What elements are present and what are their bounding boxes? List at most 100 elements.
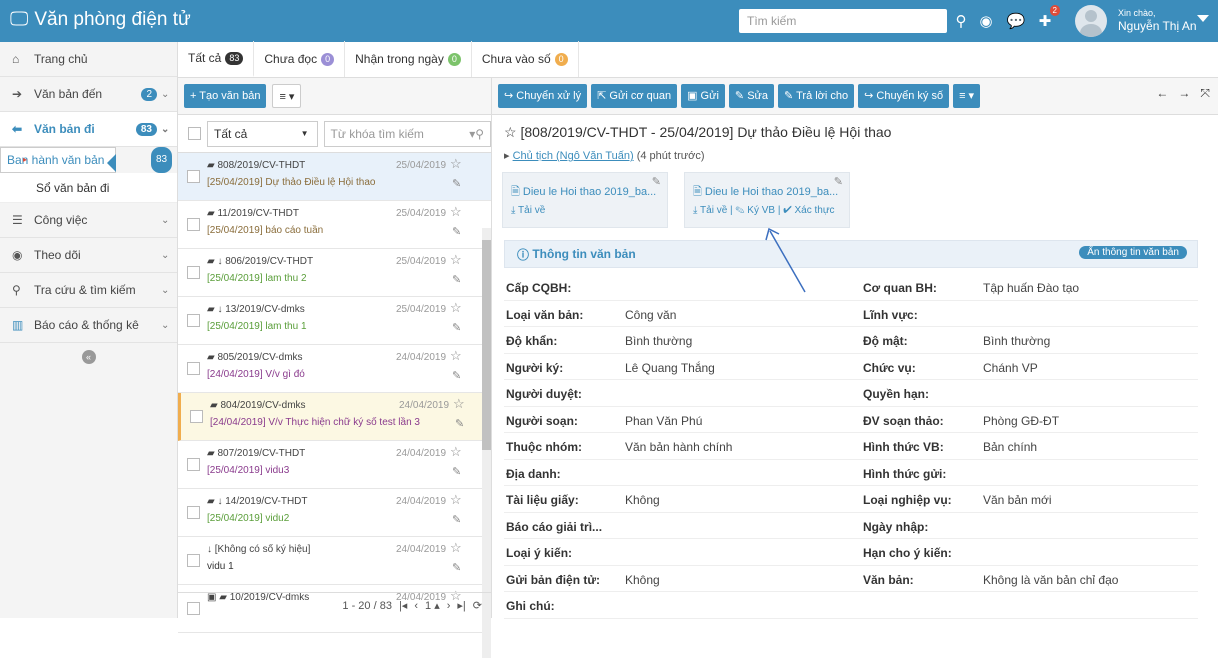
attachment-card[interactable]: ✎ 🗎 Dieu le Hoi thao 2019_ba... ⤓ Tải về	[502, 172, 668, 228]
avatar[interactable]	[1075, 5, 1107, 37]
tab-unread[interactable]: Chưa đọc 0	[254, 41, 346, 77]
list-item[interactable]: ▰ 11/2019/CV-THDT 25/04/2019 ☆ ✎ [25/04/2019…	[178, 201, 491, 249]
sidebar-subitem-book[interactable]: Sổ văn bản đi	[0, 173, 177, 203]
star-icon[interactable]: ☆	[450, 252, 462, 268]
paperclip-icon: ✎	[452, 562, 462, 574]
app-title[interactable]: 🖵 Văn phòng điện tử	[10, 9, 191, 31]
document-summary: [25/04/2019] vidu2	[207, 513, 290, 524]
info-label: Quyền hạn:	[863, 387, 930, 401]
search-input[interactable]: Tìm kiếm	[739, 9, 947, 33]
row-checkbox[interactable]	[187, 218, 200, 231]
star-icon[interactable]: ☆	[450, 204, 462, 220]
sender-link[interactable]: Chủ tịch (Ngô Văn Tuấn)	[513, 150, 634, 162]
scrollbar-thumb[interactable]	[482, 240, 491, 450]
download-link[interactable]: ⤓ Tải về	[511, 205, 545, 216]
row-checkbox[interactable]	[187, 314, 200, 327]
globe-icon[interactable]: ◉	[975, 10, 997, 32]
send-agency-button[interactable]: ⇱ Gửi cơ quan	[591, 84, 678, 108]
document-title: ☆ [808/2019/CV-THDT - 25/04/2019] Dự thả…	[504, 124, 892, 140]
collapse-sidebar-icon[interactable]: «	[81, 350, 96, 364]
keyword-input[interactable]: Từ khóa tìm kiếm ▾⚲	[323, 120, 491, 147]
star-icon[interactable]: ☆	[450, 444, 462, 460]
user-menu-caret-icon[interactable]	[1197, 15, 1209, 22]
detail-menu-button[interactable]: ≡ ▾	[953, 84, 981, 108]
last-page-icon[interactable]: ▸|	[457, 599, 465, 612]
star-icon[interactable]: ☆	[450, 348, 462, 364]
document-code: ▰ ↓ 14/2019/CV-THDT	[207, 496, 308, 507]
filter-select[interactable]: Tất cả ▼	[207, 120, 318, 147]
page-select[interactable]: 1 ▴	[425, 599, 440, 612]
tab-all[interactable]: Tất cả 83	[178, 41, 255, 77]
info-label: Hình thức VB:	[863, 440, 944, 454]
list-item[interactable]: ▰ ↓ 14/2019/CV-THDT 24/04/2019 ☆ ✎ [25/04/20…	[178, 489, 491, 537]
info-label: Hình thức gửi:	[863, 466, 947, 481]
row-checkbox[interactable]	[187, 554, 200, 567]
new-document-button[interactable]: + Tạo văn bản	[184, 84, 267, 108]
info-row: Người duyệt: Quyền hạn:	[504, 380, 1198, 407]
star-icon[interactable]: ☆	[450, 492, 462, 508]
forward-arrow-icon[interactable]: →	[1178, 86, 1190, 101]
star-icon[interactable]: ☆	[453, 396, 465, 412]
back-arrow-icon[interactable]: ←	[1156, 86, 1168, 101]
document-summary: [25/04/2019] Dự thảo Điều lệ Hội thao	[207, 177, 376, 188]
forward-process-button[interactable]: ↪ Chuyển xử lý	[498, 84, 588, 108]
tab-unbooked[interactable]: Chưa vào số 0	[472, 41, 579, 77]
row-checkbox[interactable]	[187, 170, 200, 183]
expand-icon[interactable]: ⤧	[1200, 86, 1210, 101]
forward-sign-button[interactable]: ↪ Chuyển ký số	[858, 84, 950, 108]
list-item[interactable]: ▰ 807/2019/CV-THDT 24/04/2019 ☆ ✎ [25/04/201…	[178, 441, 491, 489]
refresh-icon[interactable]: ⟳	[473, 599, 482, 612]
reply-button[interactable]: ✎ Trả lời cho	[778, 84, 855, 108]
attachment-card[interactable]: ✎ 🗎 Dieu le Hoi thao 2019_ba... ⤓ Tải về…	[684, 172, 850, 228]
star-icon[interactable]: ☆	[504, 124, 517, 140]
list-item[interactable]: ▰ ↓ 13/2019/CV-dmks 25/04/2019 ☆ ✎ [25/04/20…	[178, 297, 491, 345]
next-page-icon[interactable]: ›	[447, 600, 451, 612]
row-checkbox[interactable]	[187, 458, 200, 471]
caret-down-icon: ▼	[300, 128, 309, 138]
info-label: Lĩnh vực:	[863, 307, 918, 322]
first-page-icon[interactable]: |◂	[399, 599, 407, 612]
attachment-actions[interactable]: ⤓ Tải về | ✎ Ký VB | ✔ Xác thực	[693, 205, 835, 216]
star-icon[interactable]: ☆	[450, 156, 462, 172]
book-icon: ▰	[207, 352, 218, 363]
sidebar-item-incoming[interactable]: ➔ Văn bản đến 2 ⌄	[0, 77, 177, 112]
sidebar-item-tasks[interactable]: ☰ Công việc ⌄	[0, 203, 177, 238]
list-item[interactable]: ▰ 804/2019/CV-dmks 24/04/2019 ☆ ✎ [24/04/201…	[178, 393, 491, 441]
sidebar-item-search[interactable]: ⚲ Tra cứu & tìm kiếm ⌄	[0, 273, 177, 308]
arrow-right-circle-icon: ➔	[12, 87, 23, 101]
list-item[interactable]: ▰ 805/2019/CV-dmks 24/04/2019 ☆ ✎ [24/04/201…	[178, 345, 491, 393]
user-info[interactable]: Xin chào, Nguyễn Thị An	[1118, 7, 1197, 33]
sidebar-item-home[interactable]: ⌂ Trang chủ	[0, 42, 177, 77]
edit-button[interactable]: ✎ Sửa	[728, 84, 775, 108]
sidebar-item-reports[interactable]: ▥ Báo cáo & thống kê ⌄	[0, 308, 177, 343]
paperclip-icon: ✎	[452, 514, 462, 526]
info-label: Hạn cho ý kiến:	[863, 546, 952, 560]
sidebar-item-follow[interactable]: ◉ Theo dõi ⌄	[0, 238, 177, 273]
select-all-checkbox[interactable]	[188, 127, 201, 140]
tab-bar: Tất cả 83 Chưa đọc 0 Nhận trong ngày 0 Chưa…	[178, 41, 1218, 78]
list-item[interactable]: ▰ 808/2019/CV-THDT 25/04/2019 ☆ ✎ [25/04/201…	[178, 153, 491, 201]
row-checkbox[interactable]	[190, 410, 203, 423]
sidebar-subitem-issue[interactable]: ▸ Ban hành văn bản 83	[0, 147, 173, 173]
chevron-down-icon: ⌄	[161, 88, 170, 100]
row-checkbox[interactable]	[187, 506, 200, 519]
info-label: Độ mật:	[863, 334, 908, 348]
send-button[interactable]: ▣ Gửi	[681, 84, 725, 108]
star-icon[interactable]: ☆	[450, 540, 462, 556]
tab-today[interactable]: Nhận trong ngày 0	[345, 41, 472, 77]
search-icon[interactable]: ⚲	[950, 10, 972, 32]
list-item[interactable]: ↓ [Không có số ký hiệu] 24/04/2019 ☆ ✎ vidu …	[178, 537, 491, 585]
info-label: Cấp CQBH:	[506, 281, 572, 295]
list-item[interactable]: ▰ ↓ 806/2019/CV-THDT 25/04/2019 ☆ ✎ [25/04/2…	[178, 249, 491, 297]
list-menu-button[interactable]: ≡ ▾	[272, 84, 302, 108]
row-checkbox[interactable]	[187, 362, 200, 375]
puzzle-icon[interactable]: ✚ 2	[1034, 5, 1060, 32]
chat-icon[interactable]: 💬	[1005, 10, 1027, 32]
star-icon[interactable]: ☆	[450, 300, 462, 316]
sidebar-item-outgoing[interactable]: ⬅ Văn bản đi 83 ⌄	[0, 112, 177, 147]
prev-page-icon[interactable]: ‹	[414, 600, 418, 612]
hide-info-button[interactable]: Ẩn thông tin văn bản	[1079, 246, 1187, 259]
info-label: ĐV soạn thảo:	[863, 413, 944, 428]
info-value: Không	[625, 572, 660, 587]
row-checkbox[interactable]	[187, 266, 200, 279]
